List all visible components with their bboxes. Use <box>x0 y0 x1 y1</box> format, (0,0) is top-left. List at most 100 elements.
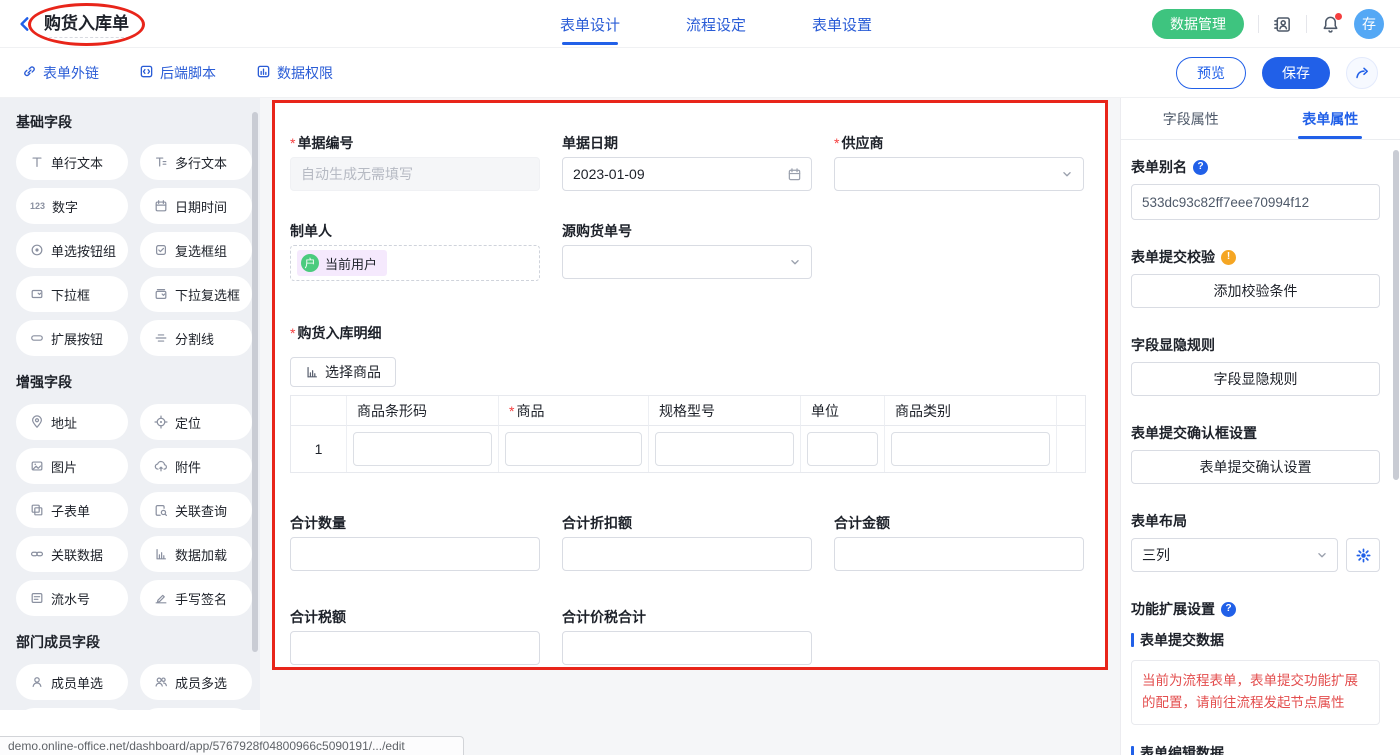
sidebar-field-label: 单选按钮组 <box>51 241 116 260</box>
supplier-select[interactable] <box>834 157 1084 191</box>
total-field[interactable]: 合计数量 <box>290 513 540 571</box>
sidebar-field-item[interactable]: 扩展按钮 <box>16 320 128 356</box>
bell-icon[interactable] <box>1321 15 1340 34</box>
total-field[interactable]: 合计折扣额 <box>562 513 812 571</box>
source-order-select[interactable] <box>562 245 812 279</box>
member-multi-icon <box>154 675 168 689</box>
sidebar-field-item[interactable]: 手写签名 <box>140 580 252 616</box>
field-source-order[interactable]: 源购货单号 <box>562 221 812 281</box>
cell-input[interactable] <box>505 432 642 466</box>
field-visibility-button[interactable]: 字段显隐规则 <box>1131 362 1380 396</box>
sidebar-field-item[interactable]: 地址 <box>16 404 128 440</box>
back-icon[interactable] <box>16 15 34 33</box>
sidebar-field-item[interactable]: 单选按钮组 <box>16 232 128 268</box>
sidebar-field-item[interactable]: 成员多选 <box>140 664 252 700</box>
backend-script[interactable]: 后端脚本 <box>139 63 216 83</box>
total-field[interactable]: 合计价税合计 <box>562 607 812 665</box>
panel-tabs: 字段属性表单属性 <box>1121 98 1400 140</box>
cell-input[interactable] <box>655 432 794 466</box>
extension-settings-label: 功能扩展设置 ? <box>1131 598 1380 620</box>
sidebar-field-item[interactable]: 子表单 <box>16 492 128 528</box>
table-column-header: 规格型号 <box>649 396 801 426</box>
sidebar-field-item[interactable]: 123数字 <box>16 188 128 224</box>
cell-input[interactable] <box>891 432 1050 466</box>
table-column-header: 商品类别 <box>885 396 1057 426</box>
sidebar-field-item[interactable]: 关联数据 <box>16 536 128 572</box>
select-product-button[interactable]: 选择商品 <box>290 357 396 387</box>
sidebar-bottom-overlay <box>0 710 260 739</box>
table-column-header <box>1057 396 1085 426</box>
form-external-link[interactable]: 表单外链 <box>22 63 99 83</box>
sidebar-field-item[interactable]: 成员单选 <box>16 664 128 700</box>
field-doc-date[interactable]: 单据日期 2023-01-09 <box>562 133 812 191</box>
sidebar-field-label: 日期时间 <box>175 197 227 216</box>
divider-icon <box>154 331 168 345</box>
add-validation-button[interactable]: 添加校验条件 <box>1131 274 1380 308</box>
sidebar-field-item[interactable]: 日期时间 <box>140 188 252 224</box>
field-creator[interactable]: 制单人 户 当前用户 <box>290 221 540 281</box>
total-field[interactable]: 合计金额 <box>834 513 1084 571</box>
creator-box[interactable]: 户 当前用户 <box>290 245 540 281</box>
attachment-cloud-icon <box>154 459 168 473</box>
status-url-text: demo.online-office.net/dashboard/app/576… <box>8 739 405 753</box>
script-icon <box>139 64 154 82</box>
submit-confirm-button[interactable]: 表单提交确认设置 <box>1131 450 1380 484</box>
calendar-icon <box>787 167 802 182</box>
image-icon <box>30 459 44 473</box>
sidebar-field-item[interactable]: 流水号 <box>16 580 128 616</box>
form-layout-select[interactable]: 三列 <box>1131 538 1338 572</box>
sidebar-scrollbar[interactable] <box>252 112 258 652</box>
total-input[interactable] <box>834 537 1084 571</box>
field-doc-no[interactable]: 单据编号 自动生成无需填写 <box>290 133 540 191</box>
sidebar-field-item[interactable]: 复选框组 <box>140 232 252 268</box>
field-label: 合计金额 <box>834 513 1084 533</box>
page-title[interactable]: 购货入库单 <box>44 9 129 38</box>
multi-text-icon <box>154 155 168 169</box>
sidebar-field-item[interactable]: 单行文本 <box>16 144 128 180</box>
edit-data-subheader: 表单编辑数据 <box>1131 743 1380 755</box>
total-input[interactable] <box>290 631 540 665</box>
data-load-chart-icon <box>305 365 319 379</box>
header-tab-3[interactable]: 表单设置 <box>812 0 872 48</box>
contacts-icon[interactable] <box>1273 15 1292 34</box>
placeholder-text: 自动生成无需填写 <box>301 164 413 184</box>
sidebar-field-item[interactable]: 图片 <box>16 448 128 484</box>
warning-icon[interactable]: ! <box>1221 250 1236 265</box>
total-field[interactable]: 合计税额 <box>290 607 540 665</box>
question-icon[interactable]: ? <box>1193 160 1208 175</box>
sidebar-field-item[interactable]: 分割线 <box>140 320 252 356</box>
sidebar-field-item[interactable]: 多行文本 <box>140 144 252 180</box>
save-button[interactable]: 保存 <box>1262 57 1330 89</box>
total-input[interactable] <box>290 537 540 571</box>
panel-tab-1[interactable]: 字段属性 <box>1121 98 1261 139</box>
cell-input[interactable] <box>353 432 492 466</box>
label-text: 功能扩展设置 <box>1131 598 1215 620</box>
header-tab-1[interactable]: 表单设计 <box>560 0 620 48</box>
sidebar-field-item[interactable]: 附件 <box>140 448 252 484</box>
doc-date-input[interactable]: 2023-01-09 <box>562 157 812 191</box>
sidebar-field-item[interactable]: 数据加载 <box>140 536 252 572</box>
panel-scrollbar[interactable] <box>1393 150 1399 480</box>
header-tab-2[interactable]: 流程设定 <box>686 0 746 48</box>
sidebar-field-item[interactable]: 下拉复选框 <box>140 276 252 312</box>
total-input[interactable] <box>562 631 812 665</box>
sidebar-field-item[interactable]: 关联查询 <box>140 492 252 528</box>
preview-button[interactable]: 预览 <box>1176 57 1246 89</box>
tool-link-label: 数据权限 <box>277 63 333 83</box>
sidebar-field-item[interactable]: 下拉框 <box>16 276 128 312</box>
number-123-icon: 123 <box>30 201 45 211</box>
cell-input[interactable] <box>807 432 878 466</box>
data-permission[interactable]: 数据权限 <box>256 63 333 83</box>
share-arrow-icon[interactable] <box>1346 57 1378 89</box>
top-header: 购货入库单 表单设计 流程设定 表单设置 数据管理 存 <box>0 0 1400 48</box>
total-input[interactable] <box>562 537 812 571</box>
form-alias-input[interactable]: 533dc93c82ff7eee70994f12 <box>1131 184 1380 220</box>
field-supplier[interactable]: 供应商 <box>834 133 1084 191</box>
sidebar-field-item[interactable]: 定位 <box>140 404 252 440</box>
question-icon[interactable]: ? <box>1221 602 1236 617</box>
avatar[interactable]: 存 <box>1354 9 1384 39</box>
panel-tab-2[interactable]: 表单属性 <box>1261 98 1400 139</box>
sidebar-field-grid: 地址定位图片附件子表单关联查询关联数据数据加载流水号手写签名 <box>16 404 260 616</box>
gear-icon[interactable] <box>1346 538 1380 572</box>
data-manage-button[interactable]: 数据管理 <box>1152 9 1244 39</box>
